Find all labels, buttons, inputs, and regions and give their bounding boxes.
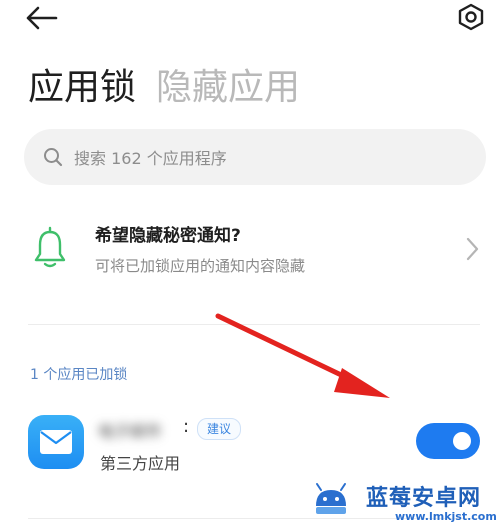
notice-title: 希望隐藏秘密通知? [95, 226, 241, 246]
suggested-badge: 建议 [197, 418, 242, 440]
toggle-knob [453, 432, 471, 450]
app-name-suffix: : [183, 416, 190, 437]
search-icon [44, 148, 63, 167]
tab-bar: 应用锁 隐藏应用 [28, 58, 300, 108]
tab-app-lock[interactable]: 应用锁 [28, 58, 136, 110]
annotation-arrow-icon [215, 313, 390, 398]
search-input[interactable]: 搜索 162 个应用程序 [24, 129, 486, 185]
watermark-title: 蓝莓安卓网 [366, 486, 482, 511]
locked-apps-section-label: 1 个应用已加锁 [30, 367, 128, 383]
back-button[interactable] [24, 4, 60, 32]
tab-hidden-apps[interactable]: 隐藏应用 [156, 58, 300, 110]
envelope-icon [40, 430, 72, 454]
android-logo-icon [316, 483, 346, 514]
hide-notifications-card[interactable] [0, 210, 500, 290]
email-app-icon [28, 415, 84, 469]
app-lock-toggle[interactable] [416, 423, 480, 459]
app-name: 电子邮件 [98, 422, 163, 441]
bell-icon [34, 226, 66, 268]
search-placeholder: 搜索 162 个应用程序 [74, 149, 227, 168]
gear-icon [458, 3, 484, 31]
arrow-left-icon [26, 6, 58, 30]
chevron-right-icon [466, 237, 479, 261]
watermark-url: www.lmkjst.com [395, 510, 497, 523]
app-type: 第三方应用 [100, 454, 181, 473]
notice-subtitle: 可将已加锁应用的通知内容隐藏 [95, 257, 306, 275]
settings-button[interactable] [454, 2, 488, 32]
